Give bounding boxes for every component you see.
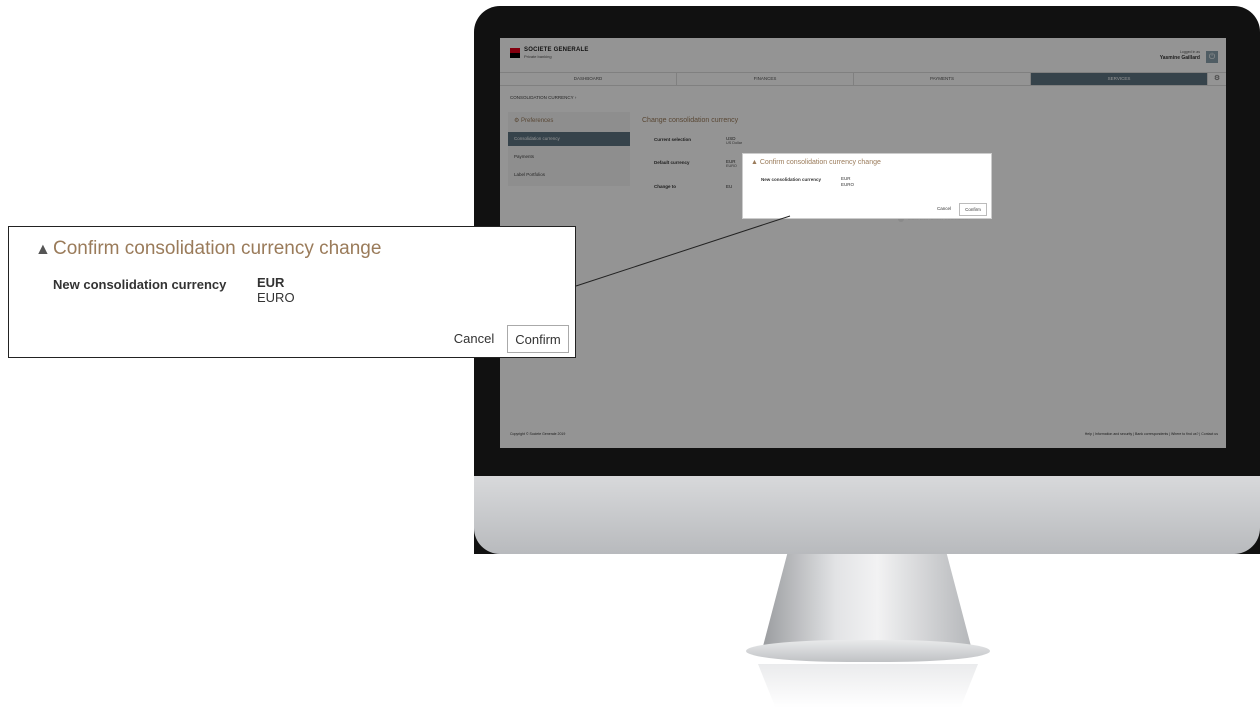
dialog-currency-name: EURO [841,182,855,187]
imac-stand-reflection [758,664,978,708]
callout-currency-label: New consolidation currency [53,277,227,292]
dialog-title: ▲ Confirm consolidation currency change [751,159,881,166]
dialog-currency-label: New consolidation currency [761,177,822,182]
confirm-dialog: ▲ Confirm consolidation currency change … [742,153,992,219]
warning-icon: ▲ [35,241,51,258]
modal-overlay [500,38,1226,448]
confirm-button[interactable]: Confirm [959,203,987,216]
dialog-zoom-callout: ▲ Confirm consolidation currency change … [8,226,576,358]
callout-dialog-title: Confirm consolidation currency change [53,238,382,259]
imac-stand [762,554,972,650]
callout-currency-name: EURO [257,290,295,305]
dialog-title-label: Confirm consolidation currency change [759,159,881,166]
imac-chin [474,476,1260,554]
imac-stand-base [746,640,990,662]
callout-currency-code: EUR [257,275,285,290]
dialog-currency-code: EUR [841,176,851,181]
screen: SOCIETE GENERALE Private banking Logged … [500,38,1226,448]
callout-confirm-button[interactable]: Confirm [507,325,569,353]
cancel-button[interactable]: Cancel [933,203,955,214]
callout-cancel-button[interactable]: Cancel [445,325,503,353]
